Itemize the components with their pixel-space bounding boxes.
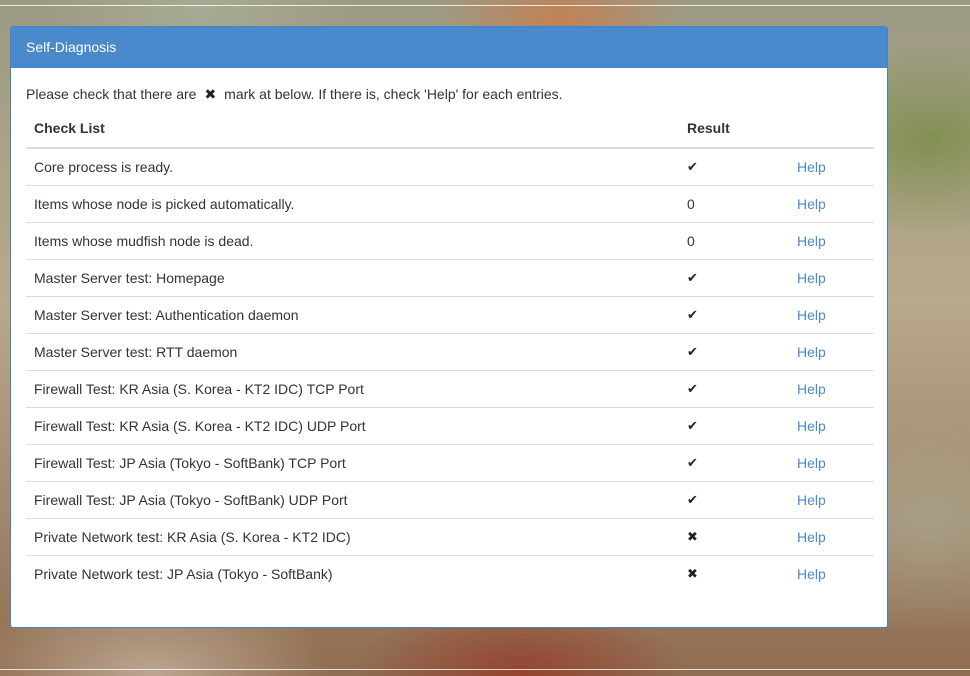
table-row: Firewall Test: JP Asia (Tokyo - SoftBank… [26,444,874,482]
table-row: Master Server test: Homepage ✔ Help [26,259,874,297]
help-cell: Help [789,185,874,223]
help-link[interactable]: Help [797,455,826,471]
help-cell: Help [789,518,874,556]
check-item-label: Core process is ready. [26,148,679,186]
check-item-label: Items whose node is picked automatically… [26,185,679,223]
help-cell: Help [789,222,874,260]
check-result-cell: 0 [679,185,789,223]
help-link[interactable]: Help [797,566,826,582]
help-cell: Help [789,148,874,186]
panel-body: Please check that there are ✖ mark at belo… [11,68,887,592]
table-header-row: Check List Result [26,109,874,149]
check-item-label: Firewall Test: JP Asia (Tokyo - SoftBank… [26,481,679,519]
table-row: Firewall Test: JP Asia (Tokyo - SoftBank… [26,481,874,519]
background-line-top [0,5,970,6]
background-line-bottom [0,669,970,670]
table-row: Core process is ready. ✔ Help [26,148,874,186]
check-result-cell: ✖ [679,518,789,556]
check-item-label: Master Server test: RTT daemon [26,333,679,371]
check-result-cell: ✔ [679,333,789,371]
table-row: Master Server test: RTT daemon ✔ Help [26,333,874,371]
check-result-cell: ✔ [679,407,789,445]
self-diagnosis-panel: Self-Diagnosis Please check that there a… [10,26,888,628]
check-result-value: 0 [687,195,695,212]
help-link[interactable]: Help [797,159,826,175]
column-header-check-list: Check List [26,109,679,149]
help-cell: Help [789,444,874,482]
check-result-cell: 0 [679,222,789,260]
check-result-cell: ✔ [679,148,789,186]
help-cell: Help [789,481,874,519]
table-row: Private Network test: JP Asia (Tokyo - S… [26,555,874,592]
check-result-cell: ✔ [679,481,789,519]
panel-title: Self-Diagnosis [11,27,887,68]
column-header-result: Result [679,109,789,149]
check-item-label: Firewall Test: KR Asia (S. Korea - KT2 I… [26,407,679,445]
column-header-help [789,109,874,149]
check-icon: ✔ [687,419,698,434]
table-row: Firewall Test: KR Asia (S. Korea - KT2 I… [26,407,874,445]
help-cell: Help [789,259,874,297]
help-link[interactable]: Help [797,418,826,434]
help-cell: Help [789,296,874,334]
check-icon: ✔ [687,345,698,360]
check-item-label: Master Server test: Authentication daemo… [26,296,679,334]
check-item-label: Firewall Test: JP Asia (Tokyo - SoftBank… [26,444,679,482]
help-link[interactable]: Help [797,381,826,397]
table-body: Core process is ready. ✔ Help Items whose n… [26,148,874,592]
x-mark-icon: ✖ [687,530,698,545]
check-item-label: Master Server test: Homepage [26,259,679,297]
help-link[interactable]: Help [797,307,826,323]
check-icon: ✔ [687,308,698,323]
help-link[interactable]: Help [797,233,826,249]
intro-text-before: Please check that there are [26,86,197,102]
table-row: Items whose mudfish node is dead. 0 Help [26,222,874,260]
check-result-cell: ✔ [679,444,789,482]
help-link[interactable]: Help [797,344,826,360]
x-mark-icon: ✖ [687,567,698,583]
check-result-value: 0 [687,232,695,249]
help-cell: Help [789,370,874,408]
table-row: Private Network test: KR Asia (S. Korea … [26,518,874,556]
check-icon: ✔ [687,456,698,471]
table-row: Items whose node is picked automatically… [26,185,874,223]
intro-text-after: mark at below. If there is, check 'Help'… [224,86,563,102]
help-link[interactable]: Help [797,196,826,212]
intro-text: Please check that there are ✖ mark at belo… [26,68,872,109]
check-item-label: Private Network test: JP Asia (Tokyo - S… [34,565,333,582]
table-row: Master Server test: Authentication daemo… [26,296,874,334]
check-item-label: Items whose mudfish node is dead. [26,222,679,260]
x-mark-icon: ✖ [204,86,217,102]
check-list-table: Check List Result Core process is ready.… [26,109,874,592]
help-cell: Help [789,555,874,592]
check-icon: ✔ [687,160,698,176]
help-cell: Help [789,333,874,371]
check-result-cell: ✔ [679,296,789,334]
check-icon: ✔ [687,382,698,397]
check-icon: ✔ [687,493,698,508]
check-result-cell: ✔ [679,259,789,297]
help-link[interactable]: Help [797,529,826,545]
help-cell: Help [789,407,874,445]
help-link[interactable]: Help [797,270,826,286]
table-row: Firewall Test: KR Asia (S. Korea - KT2 I… [26,370,874,408]
check-item-label: Firewall Test: KR Asia (S. Korea - KT2 I… [26,370,679,408]
check-result-cell: ✔ [679,370,789,408]
check-icon: ✔ [687,271,698,286]
check-result-cell: ✖ [679,555,789,592]
check-item-label: Private Network test: KR Asia (S. Korea … [26,518,679,556]
help-link[interactable]: Help [797,492,826,508]
